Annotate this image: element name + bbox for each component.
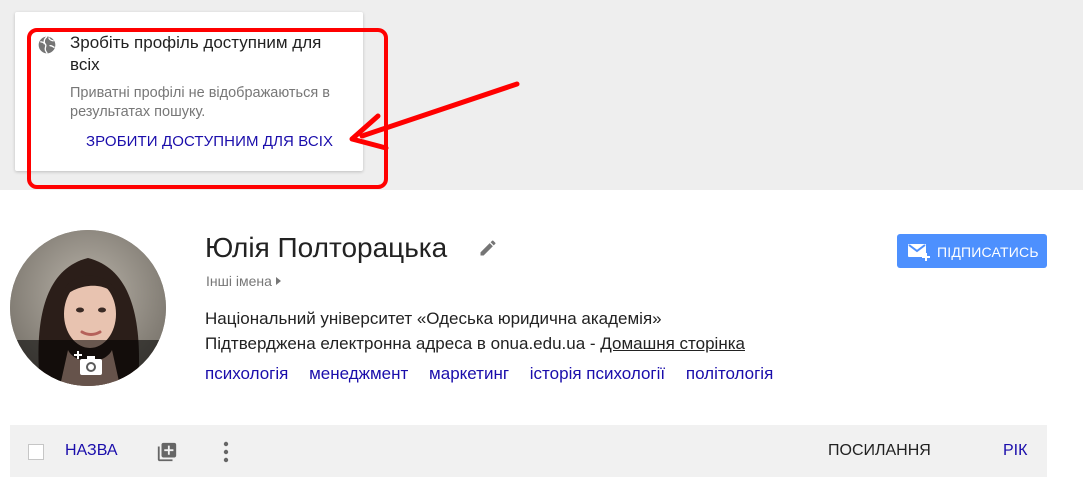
- articles-table-header: НАЗВА ПОСИЛАННЯ РІК: [10, 425, 1047, 477]
- research-interests: психологія менеджмент маркетинг історія …: [205, 364, 789, 384]
- follow-button-label: ПІДПИСАТИСЬ: [937, 244, 1039, 260]
- homepage-link[interactable]: Домашня сторінка: [600, 334, 745, 353]
- interest-link[interactable]: психологія: [205, 364, 288, 383]
- sort-by-year[interactable]: РІК: [1003, 442, 1027, 460]
- profile-email-line: Підтверджена електронна адреса в onua.ed…: [205, 334, 745, 354]
- more-vert-icon[interactable]: [222, 440, 230, 464]
- follow-button[interactable]: ПІДПИСАТИСЬ: [897, 234, 1047, 268]
- mail-plus-icon: [908, 244, 930, 261]
- interest-link[interactable]: політологія: [686, 364, 773, 383]
- interest-link[interactable]: маркетинг: [429, 364, 509, 383]
- triangle-right-icon: [275, 277, 281, 285]
- sort-by-title[interactable]: НАЗВА: [65, 442, 118, 460]
- other-names-toggle[interactable]: Інші імена: [206, 273, 281, 289]
- interest-link[interactable]: менеджмент: [309, 364, 408, 383]
- edit-pencil-icon[interactable]: [478, 238, 498, 258]
- annotation-arrow: [349, 81, 520, 151]
- add-photo-icon[interactable]: [74, 350, 104, 378]
- profile-name: Юлія Полторацька: [205, 232, 448, 263]
- add-box-icon[interactable]: [156, 441, 178, 463]
- cited-by-column: ПОСИЛАННЯ: [828, 442, 931, 459]
- annotation-highlight-box: [27, 28, 388, 189]
- avatar[interactable]: [10, 230, 166, 386]
- profile-affiliation: Національний університет «Одеська юридич…: [205, 309, 662, 328]
- select-all-checkbox[interactable]: [28, 444, 44, 460]
- interest-link[interactable]: історія психології: [530, 364, 665, 383]
- verified-email-text: Підтверджена електронна адреса в onua.ed…: [205, 334, 601, 353]
- other-names-label: Інші імена: [206, 273, 272, 289]
